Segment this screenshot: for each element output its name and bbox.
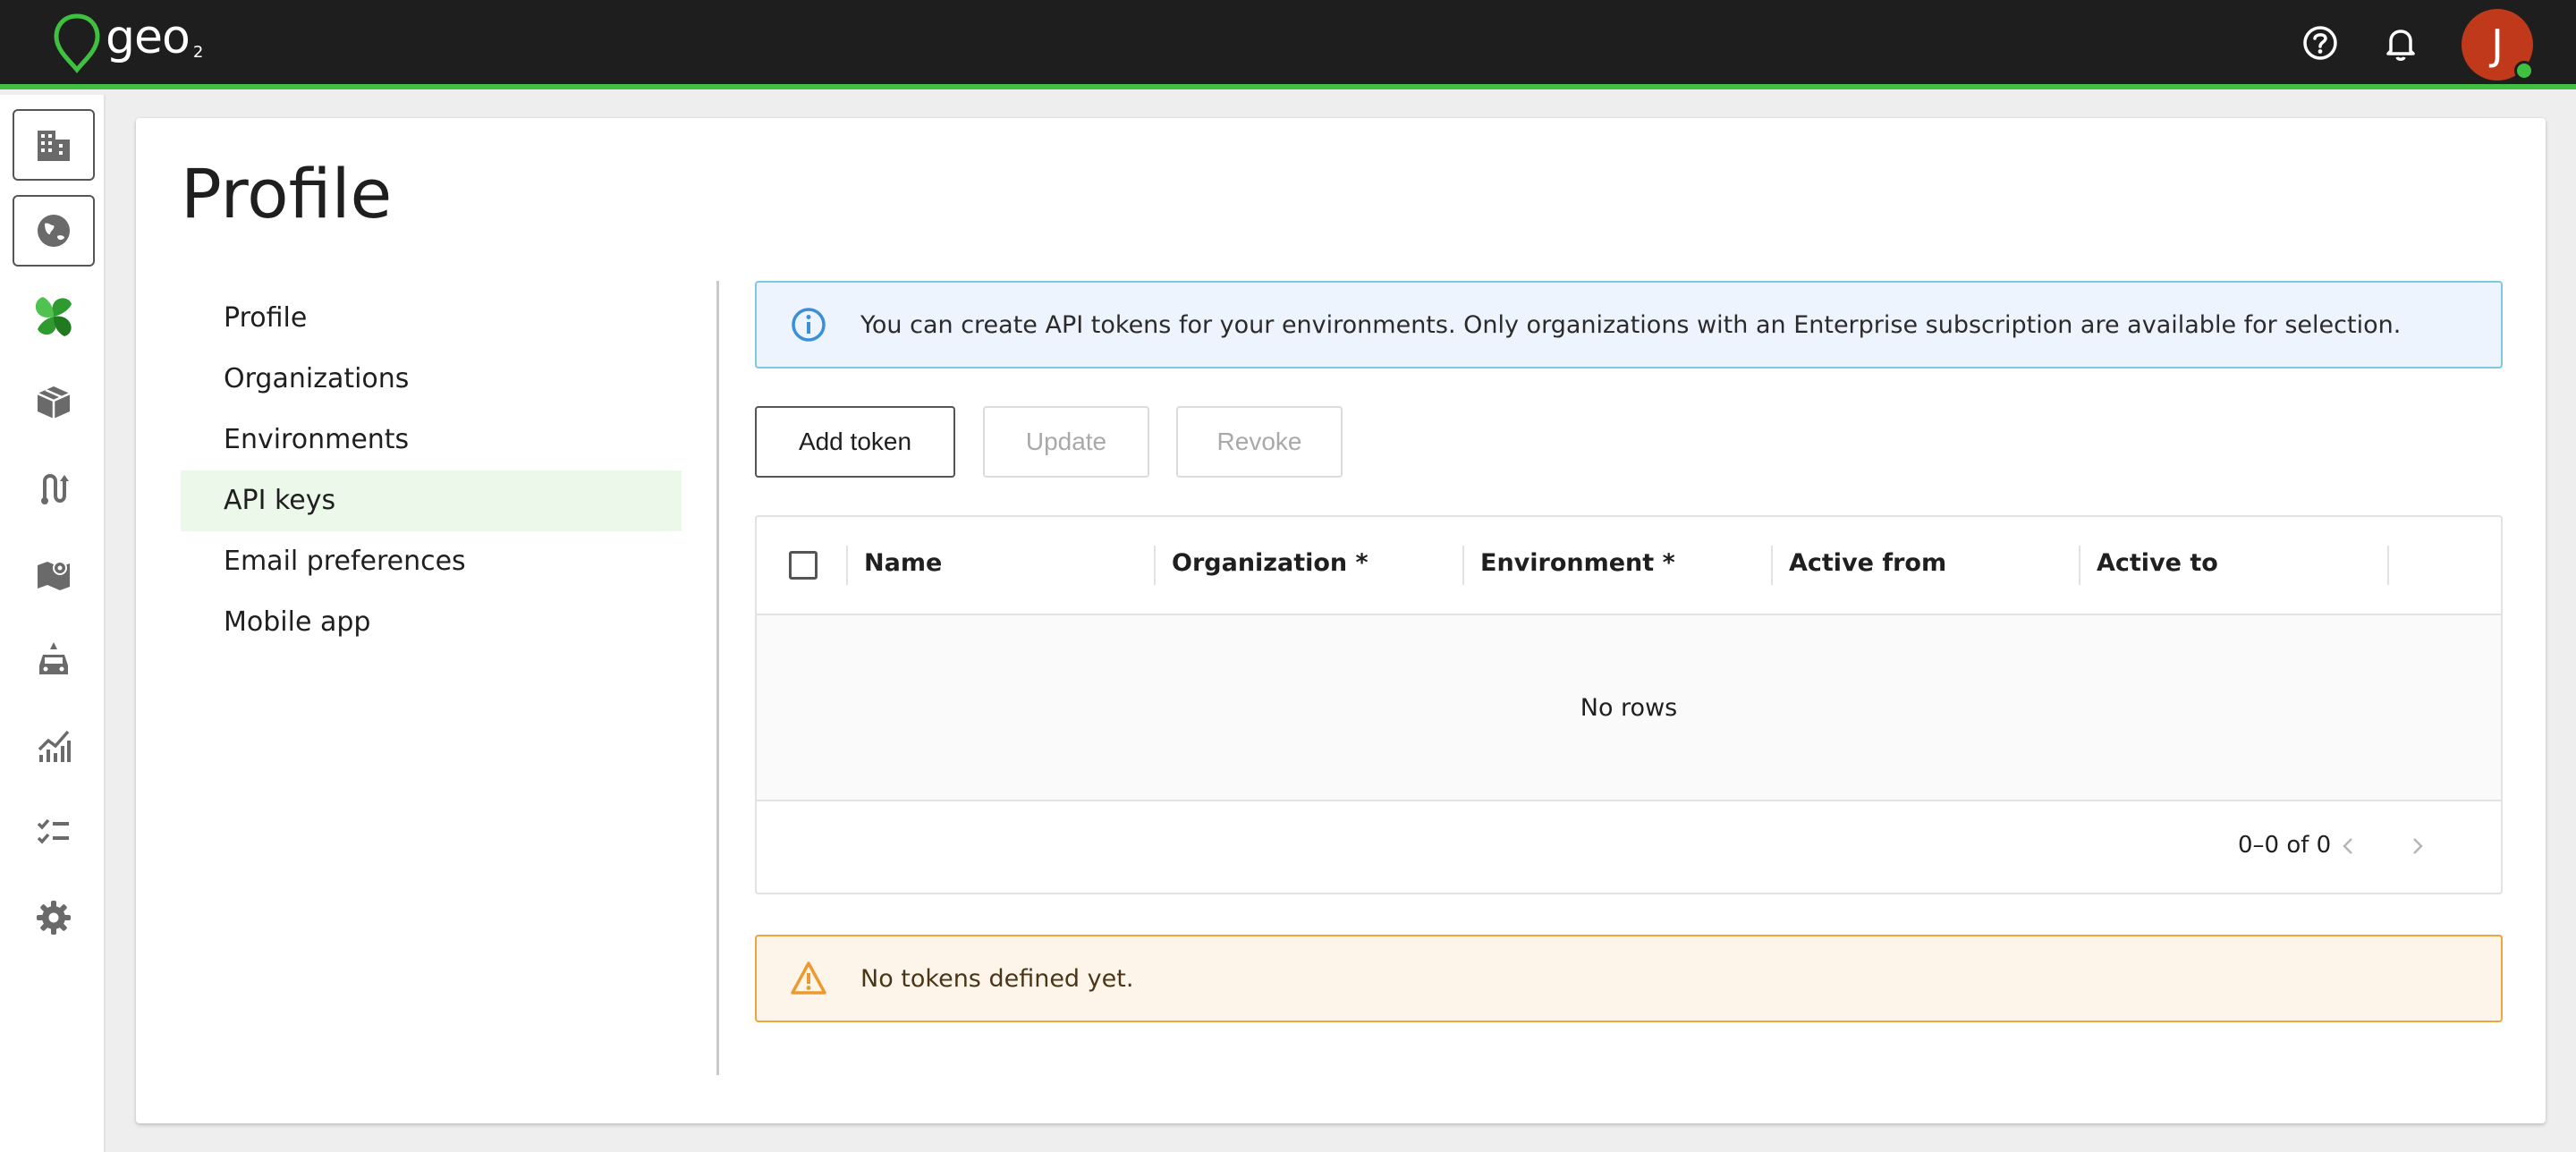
globe-icon bbox=[38, 215, 70, 247]
avatar-initial: J bbox=[2491, 21, 2504, 69]
info-icon bbox=[792, 308, 826, 342]
checklist-icon bbox=[37, 818, 69, 844]
building-icon bbox=[38, 131, 70, 161]
map-icon bbox=[38, 561, 70, 590]
revoke-button[interactable]: Revoke bbox=[1176, 406, 1343, 478]
update-button[interactable]: Update bbox=[983, 406, 1149, 478]
profile-subnav: Profile Organizations Environments API k… bbox=[181, 288, 682, 653]
geo-logo[interactable]: geo 2 bbox=[52, 11, 204, 75]
no-rows-text: No rows bbox=[1580, 693, 1678, 722]
column-separator[interactable] bbox=[2079, 546, 2080, 585]
rail-item-tasks[interactable] bbox=[13, 796, 95, 868]
add-token-button[interactable]: Add token bbox=[755, 406, 955, 478]
subnav-item-mobile-app[interactable]: Mobile app bbox=[181, 592, 682, 653]
rail-item-routes[interactable] bbox=[13, 453, 95, 524]
info-alert-text: You can create API tokens for your envir… bbox=[860, 310, 2402, 339]
subnav-divider bbox=[716, 281, 719, 1075]
online-status-dot bbox=[2514, 61, 2534, 80]
tokens-table: Name Organization * Environment * Active… bbox=[755, 515, 2503, 894]
subnav-item-profile[interactable]: Profile bbox=[181, 288, 682, 349]
page-title: Profile bbox=[181, 154, 393, 233]
top-bar: geo 2 J bbox=[0, 0, 2576, 89]
rail-item-analytics[interactable] bbox=[13, 710, 95, 782]
column-header-environment[interactable]: Environment * bbox=[1480, 549, 1675, 577]
rail-item-settings[interactable] bbox=[13, 882, 95, 953]
warning-alert-text: No tokens defined yet. bbox=[860, 964, 1134, 993]
rail-item-geo-app[interactable] bbox=[13, 281, 95, 352]
table-header: Name Organization * Environment * Active… bbox=[757, 517, 2501, 615]
select-all-checkbox[interactable] bbox=[789, 551, 818, 580]
bell-icon[interactable] bbox=[2381, 23, 2420, 63]
column-separator[interactable] bbox=[1154, 546, 1156, 585]
logo-subscript: 2 bbox=[192, 43, 204, 62]
rail-item-packages[interactable] bbox=[13, 367, 95, 438]
vehicle-icon bbox=[39, 642, 68, 674]
column-header-active-to[interactable]: Active to bbox=[2097, 549, 2218, 577]
column-header-organization[interactable]: Organization * bbox=[1172, 549, 1368, 577]
column-separator[interactable] bbox=[1771, 546, 1773, 585]
column-header-active-from[interactable]: Active from bbox=[1789, 549, 1946, 577]
leaf-logo-icon bbox=[35, 297, 72, 336]
column-separator[interactable] bbox=[2387, 546, 2389, 585]
next-page-button[interactable] bbox=[2399, 828, 2435, 864]
profile-card: Profile Profile Organizations Environmen… bbox=[136, 118, 2546, 1123]
rail-item-maps[interactable] bbox=[13, 538, 95, 610]
subnav-item-api-keys[interactable]: API keys bbox=[181, 470, 682, 531]
info-alert: You can create API tokens for your envir… bbox=[755, 281, 2503, 368]
analytics-icon bbox=[38, 730, 71, 762]
package-icon bbox=[37, 386, 71, 419]
settings-gear-icon bbox=[37, 901, 71, 935]
chevron-left-icon bbox=[2343, 838, 2352, 854]
previous-page-button[interactable] bbox=[2331, 828, 2367, 864]
left-nav-rail bbox=[0, 95, 106, 1152]
rail-item-environments[interactable] bbox=[13, 195, 95, 267]
route-icon bbox=[41, 474, 69, 504]
table-empty-state: No rows bbox=[757, 615, 2501, 801]
subnav-item-environments[interactable]: Environments bbox=[181, 410, 682, 470]
logo-text: geo bbox=[106, 11, 191, 64]
column-separator[interactable] bbox=[1462, 546, 1464, 585]
subnav-item-email-preferences[interactable]: Email preferences bbox=[181, 531, 682, 592]
pagination-range: 0–0 of 0 bbox=[2238, 832, 2332, 859]
subnav-item-organizations[interactable]: Organizations bbox=[181, 349, 682, 410]
warning-icon bbox=[791, 961, 826, 995]
rail-item-vehicles[interactable] bbox=[13, 624, 95, 696]
column-separator[interactable] bbox=[846, 546, 848, 585]
column-header-name[interactable]: Name bbox=[864, 549, 942, 577]
chevron-right-icon bbox=[2413, 838, 2423, 854]
rail-item-organizations[interactable] bbox=[13, 109, 95, 181]
table-footer: 0–0 of 0 bbox=[757, 801, 2501, 893]
warning-alert: No tokens defined yet. bbox=[755, 935, 2503, 1022]
location-pin-logo-icon bbox=[54, 13, 100, 73]
help-circle-icon[interactable] bbox=[2301, 23, 2340, 63]
